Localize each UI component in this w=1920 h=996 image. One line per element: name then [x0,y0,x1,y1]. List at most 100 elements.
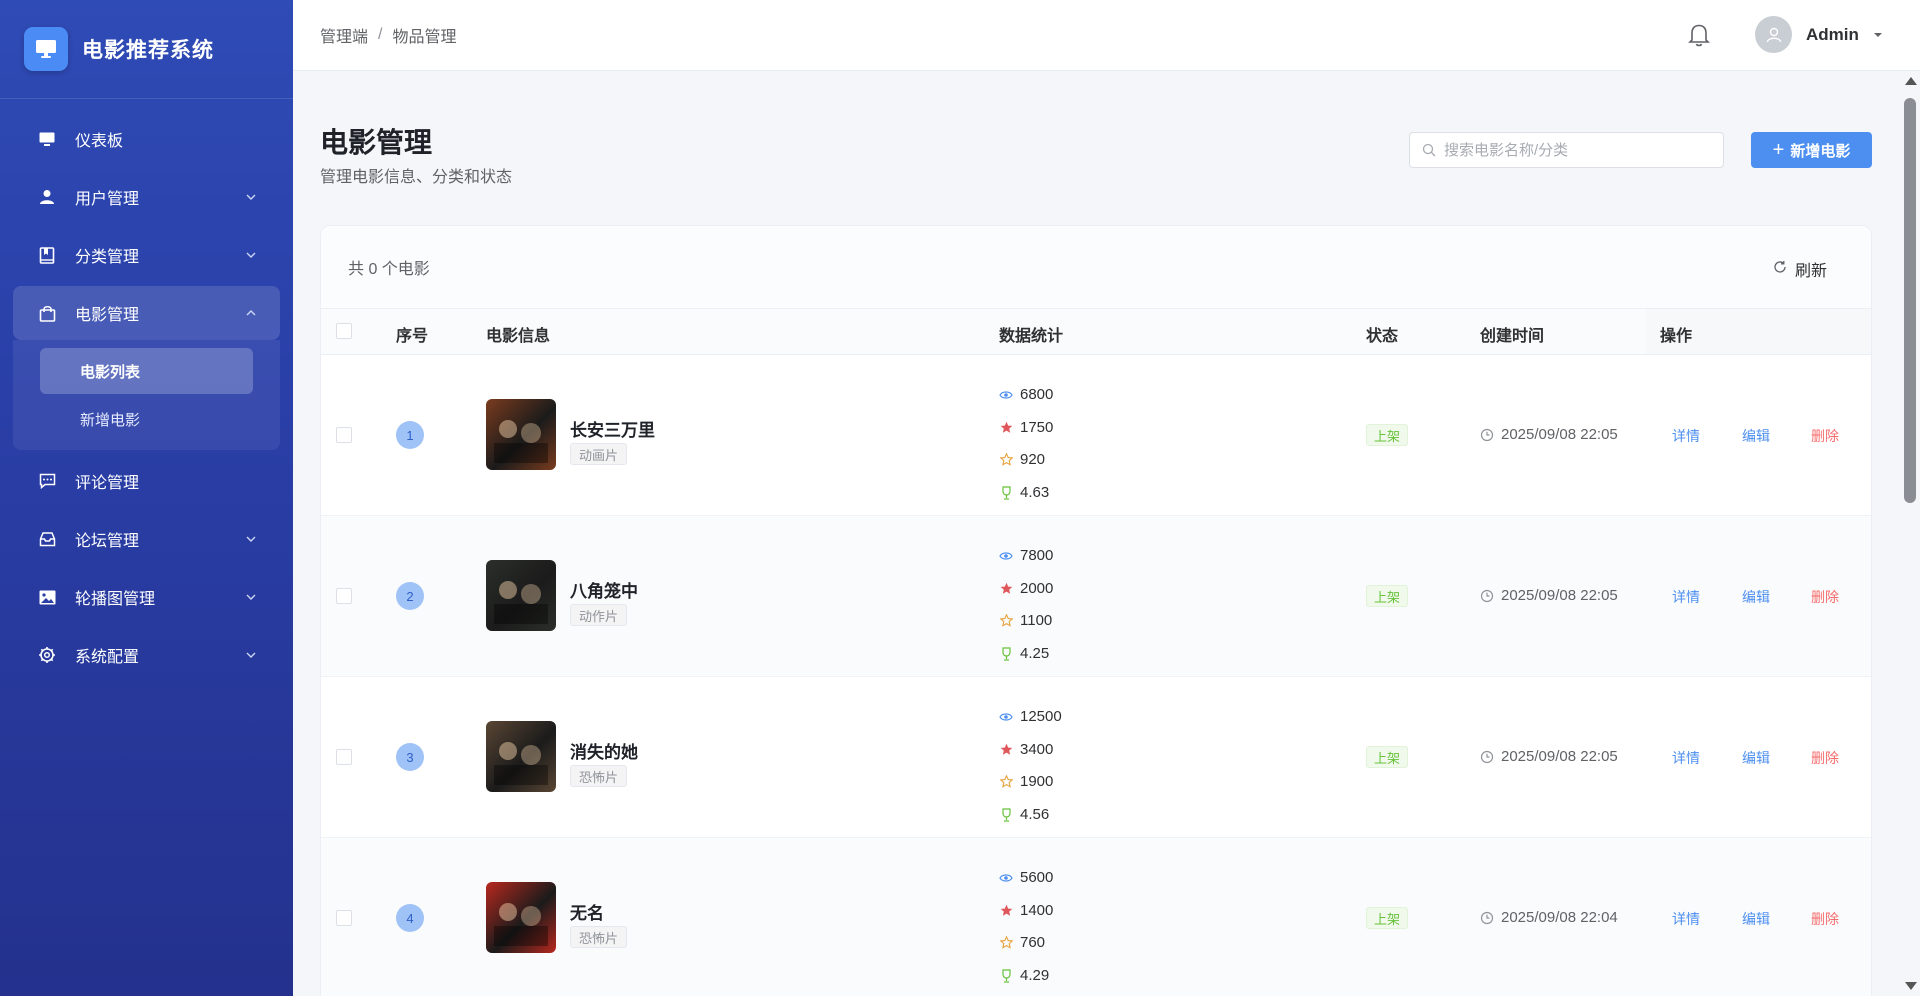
edit-button[interactable]: 编辑 [1742,748,1770,768]
breadcrumb-root[interactable]: 管理端 [320,23,368,47]
sidebar-subitem-movie-list[interactable]: 电影列表 [40,348,253,394]
movie-poster[interactable] [486,721,556,792]
detail-button[interactable]: 详情 [1672,587,1700,607]
avatar[interactable] [1755,16,1792,53]
detail-button[interactable]: 详情 [1672,426,1700,446]
clock-icon [1480,589,1494,603]
search-icon [1422,143,1436,157]
bell-icon[interactable] [1687,22,1711,48]
detail-button[interactable]: 详情 [1672,748,1700,768]
delete-button[interactable]: 删除 [1811,587,1839,607]
user-menu[interactable]: Admin [1755,16,1883,53]
scroll-down-arrow-icon[interactable] [1905,982,1917,990]
refresh-button[interactable]: 刷新 [1773,257,1827,281]
sidebar: 电影推荐系统 仪表板 用户管理 分类管理 电影管理 电影列表 新增电影 评论管理 [0,0,293,996]
stat-favorites-value: 1900 [1020,773,1054,790]
trophy-icon [999,968,1013,983]
eye-icon [999,549,1013,563]
sidebar-subitem-add-movie[interactable]: 新增电影 [40,396,253,442]
delete-button[interactable]: 删除 [1811,909,1839,929]
movie-title[interactable]: 长安三万里 [570,416,655,441]
movie-category-tag: 动画片 [570,443,628,465]
card-header: 共 0 个电影 刷新 [321,226,1871,308]
movie-title[interactable]: 无名 [570,899,604,924]
page-subtitle: 管理电影信息、分类和状态 [320,169,513,186]
star-filled-icon [999,743,1013,757]
stat-rating: 4.25 [999,645,1049,662]
row-checkbox[interactable] [336,910,352,926]
sidebar-item-users[interactable]: 用户管理 [13,170,280,224]
eye-icon [999,710,1013,724]
clock-icon [1480,911,1494,925]
sidebar-item-carousel[interactable]: 轮播图管理 [13,570,280,624]
row-checkbox[interactable] [336,427,352,443]
edit-button[interactable]: 编辑 [1742,426,1770,446]
movie-poster[interactable] [486,560,556,631]
stat-favorites: 760 [999,934,1045,951]
sidebar-item-forum[interactable]: 论坛管理 [13,512,280,566]
delete-button[interactable]: 删除 [1811,748,1839,768]
top-header: 管理端 / 物品管理 Admin [293,0,1920,71]
movie-title[interactable]: 消失的她 [570,738,638,763]
caret-down-icon[interactable] [1873,30,1883,40]
movie-poster[interactable] [486,399,556,470]
movies-submenu: 电影列表 新增电影 [13,340,280,450]
status-badge: 上架 [1366,424,1409,446]
created-time-value: 2025/09/08 22:05 [1501,587,1618,604]
stat-likes-value: 1400 [1020,902,1054,919]
add-movie-button[interactable]: + 新增电影 [1751,132,1872,168]
movie-poster[interactable] [486,882,556,953]
refresh-label: 刷新 [1794,263,1827,280]
sidebar-item-label: 分类管理 [75,249,140,266]
eye-icon [999,871,1013,885]
stat-views-value: 7800 [1020,547,1054,564]
stat-likes: 1750 [999,419,1053,436]
edit-button[interactable]: 编辑 [1742,587,1770,607]
sidebar-item-label: 论坛管理 [75,533,140,550]
add-movie-label: 新增电影 [1790,142,1851,160]
scroll-up-arrow-icon[interactable] [1905,77,1917,85]
sidebar-item-movies[interactable]: 电影管理 [13,286,280,340]
stat-likes: 1400 [999,902,1053,919]
movie-category-tag: 动作片 [570,604,628,626]
chevron-up-icon [246,310,256,316]
movie-table-card: 共 0 个电影 刷新 序号 电影信息 数据统计 状态 创建时间 操作 1 长安三… [320,225,1872,996]
scrollbar-thumb[interactable] [1904,98,1916,503]
stat-favorites: 1100 [999,612,1052,629]
row-checkbox[interactable] [336,749,352,765]
app-title: 电影推荐系统 [82,39,214,62]
scrollbar[interactable] [1901,71,1920,996]
star-outline-icon [999,614,1013,628]
star-filled-icon [999,582,1013,596]
delete-button[interactable]: 删除 [1811,426,1839,446]
star-filled-icon [999,421,1013,435]
sidebar-item-settings[interactable]: 系统配置 [13,628,280,682]
table-row: 2 八角笼中 动作片 7800 2000 1100 4.25 上架 2025/0… [321,516,1871,677]
movie-title[interactable]: 八角笼中 [570,577,638,602]
star-outline-icon [999,453,1013,467]
detail-button[interactable]: 详情 [1672,909,1700,929]
stat-favorites-value: 920 [1020,451,1046,468]
row-checkbox[interactable] [336,588,352,604]
edit-button[interactable]: 编辑 [1742,909,1770,929]
stat-likes: 2000 [999,580,1053,597]
sidebar-item-comments[interactable]: 评论管理 [13,454,280,508]
monitor-icon [37,129,57,149]
stat-likes-value: 3400 [1020,741,1054,758]
logo[interactable]: 电影推荐系统 [0,0,293,99]
search-box[interactable] [1409,132,1724,168]
sidebar-item-categories[interactable]: 分类管理 [13,228,280,282]
sidebar-item-dashboard[interactable]: 仪表板 [13,112,280,166]
column-header-index: 序号 [396,328,429,345]
search-input[interactable] [1444,141,1704,159]
trophy-icon [999,646,1013,661]
sidebar-menu: 仪表板 用户管理 分类管理 电影管理 电影列表 新增电影 评论管理 论坛管理 轮… [0,99,293,682]
select-all-checkbox[interactable] [336,323,352,339]
table-header: 序号 电影信息 数据统计 状态 创建时间 操作 [321,308,1871,355]
user-icon [37,187,57,207]
star-filled-icon [999,904,1013,918]
created-time-value: 2025/09/08 22:04 [1501,909,1618,926]
user-name[interactable]: Admin [1806,25,1859,45]
stat-likes-value: 1750 [1020,419,1054,436]
status-badge: 上架 [1366,746,1409,768]
